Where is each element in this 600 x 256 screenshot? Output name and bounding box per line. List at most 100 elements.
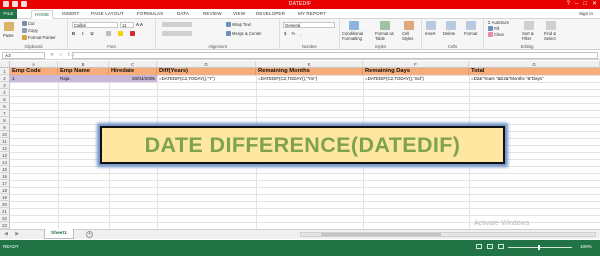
format-painter-button[interactable]: Format Painter	[22, 35, 56, 41]
normal-view-icon[interactable]	[476, 244, 482, 249]
cell-g2[interactable]: =D2&"Years "&E2&"Months "&"Days"	[469, 75, 600, 82]
tab-data[interactable]: DATA	[177, 11, 189, 16]
cell-f1[interactable]: Remaining Days	[363, 68, 469, 75]
row-header[interactable]: 16	[0, 173, 10, 180]
row-header[interactable]: 6	[0, 103, 10, 110]
insert-cells-icon[interactable]	[426, 21, 436, 30]
cell-styles-icon[interactable]	[404, 21, 414, 30]
cell-g1[interactable]: Total	[469, 68, 600, 75]
row-header[interactable]: 14	[0, 159, 10, 166]
page-break-view-icon[interactable]	[498, 244, 504, 249]
cell-c2[interactable]: 20/04/2005	[109, 75, 157, 82]
tab-view[interactable]: VIEW	[233, 11, 245, 16]
row-header[interactable]: 13	[0, 152, 10, 159]
sort-filter-icon[interactable]	[524, 21, 534, 30]
column-header-d[interactable]: D	[157, 61, 256, 68]
row-header[interactable]: 18	[0, 187, 10, 194]
row-header[interactable]: 8	[0, 117, 10, 124]
format-as-table-button[interactable]: Format as Table	[375, 31, 394, 41]
column-header-b[interactable]: B	[58, 61, 109, 68]
row-header[interactable]: 7	[0, 110, 10, 117]
close-button[interactable]: ✕	[592, 1, 597, 8]
row-header[interactable]: 17	[0, 180, 10, 187]
row-header[interactable]: 10	[0, 131, 10, 138]
cell-b1[interactable]: Emp Name	[58, 68, 109, 75]
cut-button[interactable]: Cut	[22, 21, 35, 27]
row-header[interactable]: 9	[0, 124, 10, 131]
tab-review[interactable]: REVIEW	[203, 11, 222, 16]
row-header[interactable]: 22	[0, 215, 10, 222]
add-sheet-button[interactable]: +	[86, 231, 93, 238]
number-format-select[interactable]: General	[283, 22, 335, 28]
find-select-button[interactable]: Find & Select	[544, 31, 556, 41]
column-header-f[interactable]: F	[363, 61, 469, 68]
row-header[interactable]: 1	[0, 68, 10, 75]
align-top-icon[interactable]	[162, 22, 192, 27]
cell-b2[interactable]: Raja	[58, 75, 109, 82]
format-cells-button[interactable]: Format	[464, 31, 477, 36]
scrollbar-thumb[interactable]	[321, 233, 441, 236]
conditional-formatting-icon[interactable]	[349, 21, 359, 30]
cell-a2[interactable]: 1	[10, 75, 58, 82]
minimize-button[interactable]: –	[575, 1, 578, 8]
cell-e2[interactable]: =DATEDIF(C2,TODAY(),"Ym")	[256, 75, 363, 82]
paste-button[interactable]: Paste	[3, 33, 14, 38]
select-all-corner[interactable]	[0, 61, 10, 68]
delete-cells-icon[interactable]	[446, 21, 456, 30]
sheet-nav-arrows[interactable]: ◀ ▶	[4, 231, 22, 237]
number-format-buttons[interactable]: $ % ,	[284, 31, 304, 36]
row-header[interactable]: 2	[0, 75, 10, 82]
fill-button[interactable]: Fill	[488, 26, 499, 32]
zoom-slider-thumb[interactable]	[538, 245, 540, 250]
row-header[interactable]: 4	[0, 89, 10, 96]
font-name-select[interactable]: Calibri	[72, 22, 118, 28]
help-button[interactable]: ?	[567, 1, 570, 8]
wrap-text-button[interactable]: Wrap Text	[226, 22, 251, 28]
font-color-icon[interactable]	[130, 31, 135, 36]
zoom-level[interactable]: 100%	[580, 244, 592, 249]
maximize-button[interactable]: □	[583, 1, 587, 8]
format-as-table-icon[interactable]	[380, 21, 390, 30]
cell-d1[interactable]: Diff(Years)	[157, 68, 256, 75]
tab-formulas[interactable]: FORMULAS	[137, 11, 163, 16]
column-header-e[interactable]: E	[256, 61, 363, 68]
autosum-button[interactable]: Σ AutoSum	[488, 20, 509, 25]
merge-center-button[interactable]: Merge & Center	[226, 31, 262, 37]
format-cells-icon[interactable]	[466, 21, 476, 30]
row-header[interactable]: 11	[0, 138, 10, 145]
page-layout-view-icon[interactable]	[487, 244, 493, 249]
row-header[interactable]: 20	[0, 201, 10, 208]
tab-developer[interactable]: DEVELOPER	[256, 11, 285, 16]
tab-home[interactable]: HOME	[31, 10, 54, 19]
cell-d2[interactable]: =DATEDIF(C2,TODAY(),"Y")	[157, 75, 256, 82]
column-header-c[interactable]: C	[109, 61, 157, 68]
cell-e1[interactable]: Remaining Months	[256, 68, 363, 75]
border-icon[interactable]	[106, 31, 111, 36]
tab-file[interactable]: FILE	[0, 9, 17, 19]
cell-styles-button[interactable]: Cell Styles	[402, 31, 413, 41]
cell-f2[interactable]: =DATEDIF(C2,TODAY(),"md")	[363, 75, 469, 82]
row-header[interactable]: 19	[0, 194, 10, 201]
row-header[interactable]: 21	[0, 208, 10, 215]
align-left-icon[interactable]	[162, 31, 192, 36]
conditional-formatting-button[interactable]: Conditional Formatting	[342, 31, 363, 41]
font-style-buttons[interactable]: B I U	[72, 31, 97, 36]
sign-in-link[interactable]: Sign in	[579, 11, 593, 16]
clear-button[interactable]: Clear	[488, 32, 504, 38]
tab-page-layout[interactable]: PAGE LAYOUT	[91, 11, 124, 16]
fill-color-icon[interactable]	[118, 31, 123, 36]
horizontal-scrollbar[interactable]	[300, 232, 596, 237]
binoculars-icon[interactable]	[546, 21, 556, 30]
row-header[interactable]: 5	[0, 96, 10, 103]
zoom-slider[interactable]	[508, 247, 572, 248]
name-box[interactable]: A3	[2, 52, 45, 59]
insert-cells-button[interactable]: Insert	[425, 31, 435, 36]
row-header[interactable]: 23	[0, 222, 10, 229]
delete-cells-button[interactable]: Delete	[443, 31, 455, 36]
copy-button[interactable]: Copy	[22, 28, 38, 34]
row-header[interactable]: 15	[0, 166, 10, 173]
column-header-g[interactable]: G	[469, 61, 600, 68]
tab-insert[interactable]: INSERT	[62, 11, 79, 16]
row-header[interactable]: 3	[0, 82, 10, 89]
sheet-tab-sheet1[interactable]: Sheet1	[44, 229, 74, 239]
